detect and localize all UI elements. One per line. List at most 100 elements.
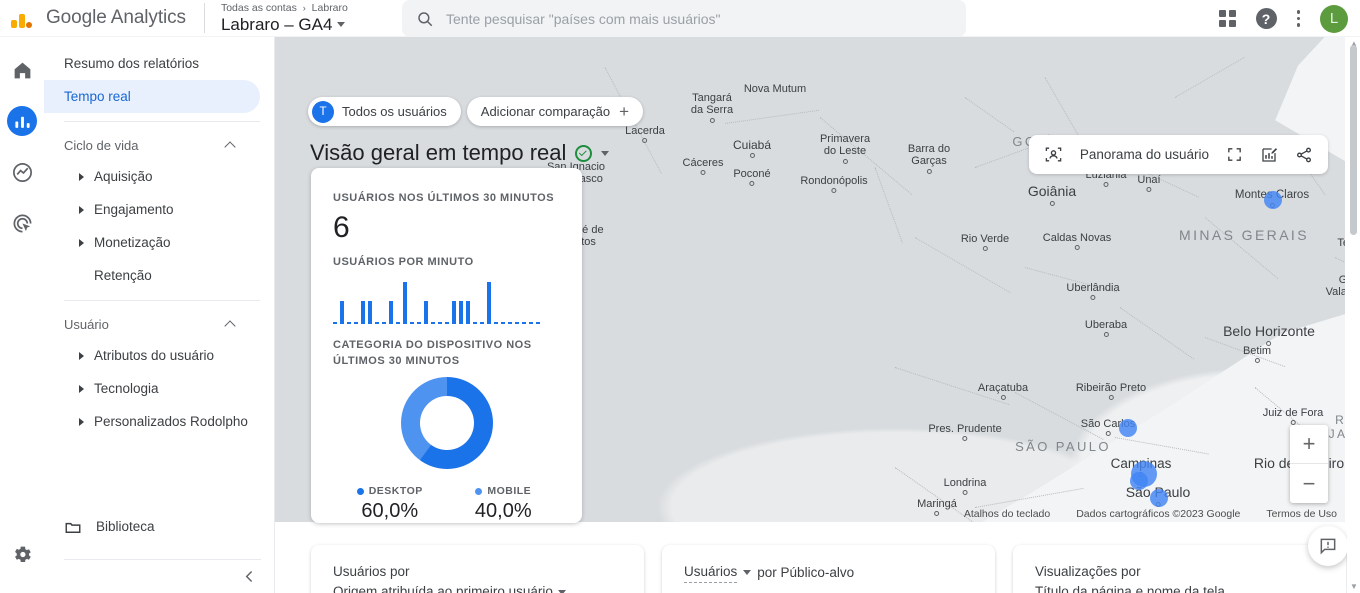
check-circle-icon[interactable] — [575, 144, 593, 162]
share-icon[interactable] — [1295, 146, 1313, 164]
map-zoom-out-button[interactable]: − — [1290, 464, 1328, 503]
map-city-label: Maringá — [917, 498, 957, 517]
sidebar-item-retencao[interactable]: Retenção — [44, 259, 260, 292]
terms-of-use-link[interactable]: Termos de Uso — [1266, 508, 1337, 520]
user-marker-montes-claros[interactable] — [1264, 191, 1282, 209]
bar-minute--17 — [424, 301, 428, 324]
bar-minute--14 — [445, 322, 449, 324]
map-city-label: Cáceres — [683, 157, 723, 176]
map-city-dot-icon — [842, 158, 848, 164]
kebab-menu-icon[interactable] — [1296, 10, 1300, 27]
scrollbar-thumb[interactable] — [1350, 45, 1357, 235]
card-users-by-audience[interactable]: Usuários por Público-alvo — [662, 545, 995, 593]
users-per-minute-chart[interactable] — [333, 278, 560, 324]
map-city-label: Goiânia — [1028, 183, 1076, 206]
legend-item-mobile: MOBILE 40,0% — [447, 485, 561, 523]
sidebar-item-label: Tecnologia — [94, 381, 159, 396]
map-city-label: Teófilo Otoni — [1337, 237, 1345, 249]
sidebar-item-monetizacao[interactable]: Monetização — [44, 226, 260, 259]
card-dimension-selector[interactable]: Título da página e nome da tela — [1035, 582, 1225, 593]
scroll-down-arrow[interactable]: ▼ — [1350, 582, 1358, 591]
breadcrumb: Todas as contas › Labraro — [221, 2, 348, 14]
sidebar-collapse-button[interactable] — [232, 559, 266, 593]
sidebar-item-label: Tempo real — [64, 89, 131, 104]
bar-minute--21 — [396, 322, 400, 324]
keyboard-shortcuts-link[interactable]: Atalhos do teclado — [964, 508, 1050, 520]
map-city-label: Nova Mutum — [743, 83, 807, 95]
bar-minute--9 — [480, 322, 484, 324]
bar-minute--27 — [354, 322, 358, 324]
map-city-label: Poconé — [733, 168, 771, 187]
legend-dot-mobile — [475, 487, 483, 495]
page-scrollbar[interactable]: ▲ ▼ — [1347, 37, 1360, 593]
breadcrumb-all-accounts: Todas as contas — [220, 1, 297, 14]
sidebar-item-reports-summary[interactable]: Resumo dos relatórios — [44, 47, 260, 80]
feedback-button[interactable] — [1308, 526, 1348, 566]
chevron-right-icon — [79, 238, 84, 247]
card-views-by-page-title[interactable]: Visualizações por Título da página e nom… — [1013, 545, 1346, 593]
fullscreen-icon[interactable] — [1226, 146, 1243, 163]
edit-chart-icon[interactable] — [1260, 146, 1278, 164]
explore-icon — [12, 162, 32, 182]
legend-value-mobile: 40,0% — [474, 500, 532, 522]
chevron-down-icon[interactable] — [743, 570, 752, 575]
sidebar-item-personalizados-rodolpho[interactable]: Personalizados Rodolpho — [44, 405, 260, 438]
card-users-by-source[interactable]: Usuários por Origem atribuída ao primeir… — [311, 545, 644, 593]
bar-minute--7 — [494, 322, 498, 324]
chevron-down-icon[interactable] — [601, 150, 610, 156]
map-city-dot-icon — [749, 181, 755, 187]
sidebar-group-user[interactable]: Usuário — [44, 309, 260, 339]
user-marker-sao-paulo-3[interactable] — [1150, 489, 1168, 507]
user-snapshot-label[interactable]: Panorama do usuário — [1080, 147, 1209, 162]
sidebar-item-library[interactable]: Biblioteca — [44, 510, 275, 543]
rail-item-advertising[interactable] — [7, 208, 37, 238]
chevron-left-icon — [245, 570, 252, 582]
add-comparison-label: Adicionar comparação — [480, 104, 611, 119]
sidebar-item-engajamento[interactable]: Engajamento — [44, 193, 260, 226]
device-category-chart[interactable] — [333, 377, 560, 469]
user-marker-sao-paulo-2[interactable] — [1130, 472, 1148, 490]
sidebar-item-aquisicao[interactable]: Aquisição — [44, 160, 260, 193]
nav-rail — [0, 37, 44, 593]
user-marker-sao-carlos[interactable] — [1119, 419, 1137, 437]
property-name: Labraro – GA4 — [220, 14, 333, 34]
sidebar-item-atributos-do-usuario[interactable]: Atributos do usuário — [44, 339, 260, 372]
map-city-label: Betim — [1243, 345, 1271, 364]
add-comparison-button[interactable]: Adicionar comparação + — [466, 97, 644, 126]
property-name-row[interactable]: Labraro – GA4 — [221, 14, 348, 35]
rail-item-settings[interactable] — [7, 539, 37, 569]
bottom-cards-row: Usuários por Origem atribuída ao primeir… — [311, 545, 1346, 593]
sidebar-group-lifecycle[interactable]: Ciclo de vida — [44, 130, 260, 160]
avatar[interactable]: L — [1320, 4, 1348, 33]
bar-minute--10 — [473, 322, 477, 324]
rail-item-reports[interactable] — [7, 106, 37, 136]
brand-title: Google Analytics — [46, 7, 186, 28]
plus-icon: + — [619, 102, 630, 121]
sidebar-divider — [64, 121, 260, 122]
map-city-dot-icon — [1000, 395, 1006, 401]
realtime-overview-card: USUÁRIOS NOS ÚLTIMOS 30 MINUTOS 6 USUÁRI… — [311, 168, 582, 523]
apps-grid-icon[interactable] — [1218, 10, 1236, 27]
map-city-dot-icon — [962, 490, 968, 496]
map-city-label: Gov.Valadares — [1326, 274, 1345, 305]
map-city-dot-icon — [1074, 245, 1080, 251]
chevron-down-icon — [557, 589, 566, 593]
sidebar-item-realtime[interactable]: Tempo real — [44, 80, 260, 113]
segment-chip-all-users[interactable]: T Todos os usuários — [308, 97, 461, 126]
card-metric-selector[interactable]: Usuários — [684, 562, 738, 583]
feedback-icon — [1320, 538, 1336, 555]
map-zoom-in-button[interactable]: + — [1290, 425, 1328, 464]
account-selector[interactable]: Todas as contas › Labraro Labraro – GA4 — [221, 0, 348, 37]
bar-minute--15 — [438, 322, 442, 324]
sidebar-item-tecnologia[interactable]: Tecnologia — [44, 372, 260, 405]
help-icon[interactable]: ? — [1255, 8, 1277, 29]
search-input[interactable] — [446, 10, 916, 27]
reports-bar-chart-icon — [14, 116, 30, 128]
card-dimension-selector[interactable]: Origem atribuída ao primeiro usuário — [333, 582, 566, 593]
chevron-right-icon — [79, 172, 84, 181]
search-bar[interactable] — [402, 0, 966, 37]
rail-item-home[interactable] — [7, 55, 37, 85]
rail-item-explore[interactable] — [7, 157, 37, 187]
chevron-up-icon — [224, 141, 236, 153]
card-metric-label: Usuários por — [333, 564, 410, 579]
